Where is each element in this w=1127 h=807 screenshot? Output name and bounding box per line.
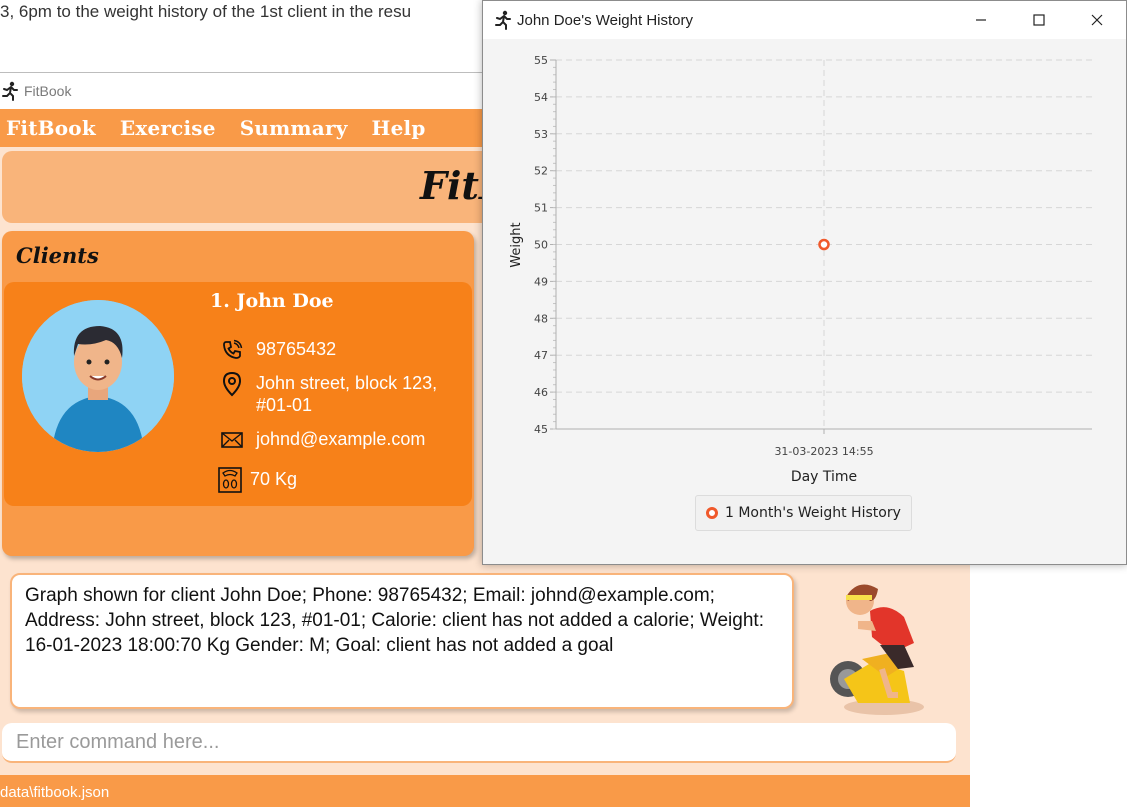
legend-marker-icon: [706, 507, 718, 519]
client-name: 1. John Doe: [210, 290, 334, 312]
status-file-path: data\fitbook.json: [0, 784, 110, 801]
x-axis-label: Day Time: [791, 469, 857, 485]
menu-exercise[interactable]: Exercise: [120, 116, 216, 140]
y-tick-label: 53: [534, 128, 548, 141]
client-phone-row: 98765432: [220, 338, 466, 362]
phone-icon: [220, 338, 244, 362]
x-tick-label: 31-03-2023 14:55: [774, 445, 873, 458]
y-tick-label: 49: [534, 275, 548, 288]
cyclist-illustration: [818, 571, 930, 717]
background-instruction-text: 3, 6pm to the weight history of the 1st …: [0, 2, 412, 21]
weight-history-window: John Doe's Weight History 55 54 53 52 51 50 49…: [482, 0, 1127, 565]
client-weight-row: 70 Kg: [218, 467, 460, 493]
y-tick-label: 51: [534, 202, 548, 215]
avatar-illustration: [22, 300, 174, 452]
client-address-row: John street, block 123, #01-01: [220, 371, 466, 416]
maximize-icon: [1033, 14, 1045, 26]
command-input[interactable]: Enter command here...: [2, 723, 956, 763]
minimize-icon: [976, 19, 986, 21]
client-weight: 70 Kg: [250, 469, 298, 489]
result-display[interactable]: Graph shown for client John Doe; Phone: …: [10, 573, 794, 709]
weight-history-title: John Doe's Weight History: [517, 11, 693, 29]
weight-chart: 55 54 53 52 51 50 49 48 47 46 45 31-03-2023 14:55 W…: [509, 54, 1092, 485]
client-card[interactable]: 1. John Doe 98765432 John street, block …: [4, 282, 472, 506]
email-icon: [220, 428, 244, 452]
status-bar: data\fitbook.json: [0, 775, 970, 807]
window-controls: [952, 1, 1126, 39]
runner-app-icon: [495, 10, 511, 30]
close-icon: [1091, 14, 1103, 26]
minimize-button[interactable]: [952, 1, 1010, 39]
y-tick-label: 55: [534, 54, 548, 67]
y-tick-label: 54: [534, 91, 548, 104]
data-point: [818, 238, 830, 251]
close-button[interactable]: [1068, 1, 1126, 39]
location-pin-icon: [220, 371, 244, 397]
fitbook-window-title: FitBook: [24, 83, 72, 99]
menu-help[interactable]: Help: [372, 116, 426, 140]
clients-heading: Clients: [16, 243, 99, 268]
maximize-button[interactable]: [1010, 1, 1068, 39]
avatar: [22, 300, 174, 452]
menu-summary[interactable]: Summary: [240, 116, 348, 140]
command-placeholder: Enter command here...: [16, 731, 220, 753]
weighing-scale-icon: [218, 467, 242, 493]
clients-panel: Clients 1. John Doe 98765432 John street…: [2, 231, 474, 556]
menu-fitbook[interactable]: FitBook: [6, 116, 96, 140]
y-tick-label: 52: [534, 165, 548, 178]
legend-label: 1 Month's Weight History: [725, 505, 901, 521]
chart-legend: 1 Month's Weight History: [695, 495, 912, 531]
y-axis-label: Weight: [509, 222, 524, 267]
client-phone: 98765432: [256, 339, 337, 359]
y-tick-label: 50: [534, 239, 548, 252]
runner-app-icon: [2, 81, 18, 101]
y-tick-label: 48: [534, 312, 548, 325]
client-address: John street, block 123, #01-01: [256, 373, 438, 415]
y-tick-label: 46: [534, 386, 548, 399]
client-email-row: johnd@example.com: [220, 428, 466, 452]
y-tick-label: 45: [534, 423, 548, 436]
client-email: johnd@example.com: [256, 429, 426, 449]
y-tick-label: 47: [534, 349, 548, 362]
